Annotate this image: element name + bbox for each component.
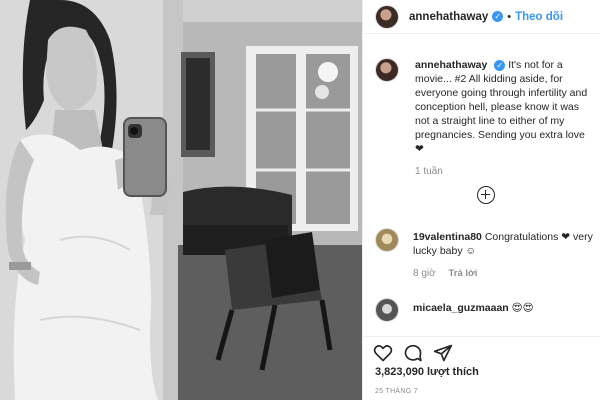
reply-button[interactable]: Trả lời	[448, 268, 477, 279]
post-side-panel: annehathaway ✓ • Theo dõi annehathaway ✓…	[362, 0, 600, 400]
share-icon[interactable]	[433, 343, 453, 363]
heart-icon[interactable]	[373, 343, 393, 363]
comment-username[interactable]: 19valentina80	[413, 231, 482, 243]
verified-badge-icon: ✓	[492, 11, 504, 22]
comment-body: micaela_guzmaaan 😍😍	[413, 302, 534, 314]
author-avatar[interactable]	[375, 4, 399, 29]
verified-badge-icon: ✓	[494, 59, 506, 71]
like-count-value: 3,823,090	[375, 366, 424, 378]
commenter-avatar[interactable]	[375, 228, 399, 252]
action-bar	[363, 336, 600, 366]
caption-body: annehathaway ✓ It's not for a movie... #…	[415, 58, 593, 156]
caption-timestamp[interactable]: 1 tuần	[415, 166, 443, 177]
comment-body: 19valentina80 Congratulations ❤ very luc…	[413, 230, 593, 258]
post-photo[interactable]	[0, 0, 362, 400]
comment-icon[interactable]	[403, 343, 423, 363]
separator-dot: •	[507, 10, 512, 23]
comment-meta: 8 giờ Trả lời	[413, 268, 477, 279]
photo-illustration	[0, 0, 362, 400]
caption-text: It's not for a movie... #2 All kidding a…	[415, 59, 588, 155]
follow-button[interactable]: Theo dõi	[515, 11, 563, 23]
like-count[interactable]: 3,823,090 lượt thích	[375, 366, 479, 378]
post-date: 25 THÁNG 7	[375, 388, 418, 395]
post-header: annehathaway ✓ • Theo dõi	[363, 0, 600, 34]
commenter-avatar[interactable]	[375, 298, 399, 322]
plus-circle-icon[interactable]	[477, 186, 495, 204]
like-count-label: lượt thích	[427, 366, 479, 378]
comment-timestamp[interactable]: 8 giờ	[413, 268, 436, 279]
comment-username[interactable]: micaela_guzmaaan	[413, 302, 509, 314]
caption-author-avatar[interactable]	[375, 58, 399, 82]
comment-text: 😍😍	[511, 302, 534, 314]
caption-username[interactable]: annehathaway	[415, 59, 487, 71]
author-username[interactable]: annehathaway	[409, 11, 488, 23]
